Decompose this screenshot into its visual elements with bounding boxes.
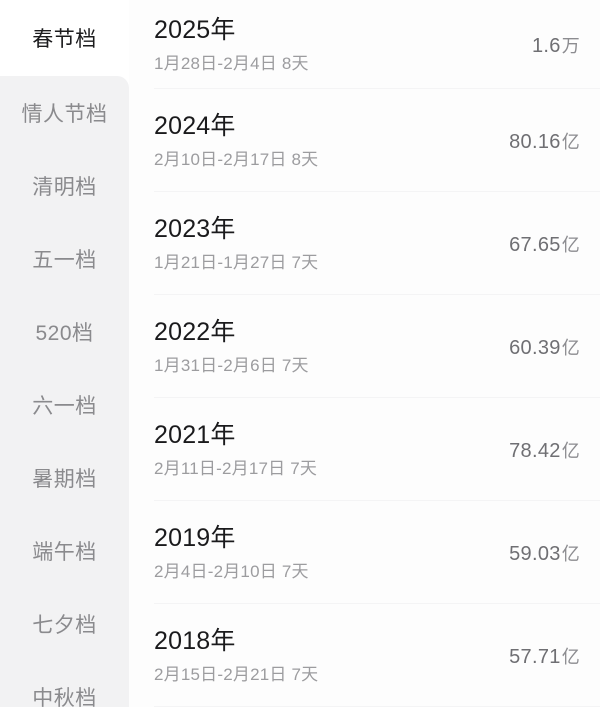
table-row[interactable]: 2018年 2月15日-2月21日 7天 57.71亿 bbox=[129, 604, 600, 707]
row-box-office-value: 80.16亿 bbox=[509, 128, 580, 154]
sidebar-item-8[interactable]: 七夕档 bbox=[0, 587, 129, 660]
sidebar-item-label: 七夕档 bbox=[32, 613, 97, 637]
sidebar-item-2[interactable]: 清明档 bbox=[0, 149, 129, 222]
sidebar-item-label: 520档 bbox=[35, 321, 94, 345]
row-box-office-value: 1.6万 bbox=[532, 32, 580, 58]
list-rows-container: 2025年 1月28日-2月4日 8天 1.6万 2024年 2月10日-2月17日 8… bbox=[129, 0, 600, 707]
sidebar-item-label: 暑期档 bbox=[32, 467, 97, 491]
row-box-office-value: 57.71亿 bbox=[509, 643, 580, 669]
row-value-number: 80.16 bbox=[509, 130, 561, 153]
row-year-label: 2023年 bbox=[154, 215, 236, 244]
table-row[interactable]: 2024年 2月10日-2月17日 8天 80.16亿 bbox=[129, 89, 600, 192]
row-date-range-label: 1月31日-2月6日 7天 bbox=[154, 355, 309, 375]
sidebar-item-label: 春节档 bbox=[32, 28, 97, 51]
table-row[interactable]: 2022年 1月31日-2月6日 7天 60.39亿 bbox=[129, 295, 600, 398]
table-row[interactable]: 2019年 2月4日-2月10日 7天 59.03亿 bbox=[129, 501, 600, 604]
table-row[interactable]: 2021年 2月11日-2月17日 7天 78.42亿 bbox=[129, 398, 600, 501]
row-date-range-label: 1月28日-2月4日 8天 bbox=[154, 53, 309, 73]
row-date-range-label: 2月4日-2月10日 7天 bbox=[154, 561, 309, 581]
row-value-number: 57.71 bbox=[509, 645, 561, 668]
row-value-unit: 亿 bbox=[561, 543, 580, 564]
row-box-office-value: 67.65亿 bbox=[509, 231, 580, 257]
table-row[interactable]: 2023年 1月21日-1月27日 7天 67.65亿 bbox=[129, 192, 600, 295]
sidebar-item-label: 情人节档 bbox=[21, 102, 108, 126]
sidebar-item-1[interactable]: 情人节档 bbox=[0, 76, 129, 149]
row-year-label: 2025年 bbox=[154, 16, 236, 45]
row-date-range-label: 2月15日-2月21日 7天 bbox=[154, 664, 319, 684]
row-value-unit: 亿 bbox=[561, 440, 580, 461]
row-box-office-value: 59.03亿 bbox=[509, 540, 580, 566]
row-date-range-label: 2月11日-2月17日 7天 bbox=[154, 458, 318, 478]
row-value-unit: 亿 bbox=[561, 646, 580, 667]
sidebar-item-label: 中秋档 bbox=[32, 686, 97, 707]
yearly-box-office-list[interactable]: 2025年 1月28日-2月4日 8天 1.6万 2024年 2月10日-2月17日 8… bbox=[129, 0, 600, 707]
row-value-number: 60.39 bbox=[509, 336, 561, 359]
sidebar-item-label: 五一档 bbox=[32, 248, 97, 272]
sidebar-scroll-area[interactable]: 春节档情人节档清明档五一档 520档六一档暑期档端午档七夕档中秋档 bbox=[0, 0, 129, 707]
row-year-label: 2019年 bbox=[154, 524, 236, 553]
row-value-number: 1.6 bbox=[531, 34, 561, 57]
sidebar-item-label: 六一档 bbox=[32, 394, 97, 418]
sidebar-item-4[interactable]: 520档 bbox=[0, 295, 129, 368]
sidebar-item-list: 春节档情人节档清明档五一档 520档六一档暑期档端午档七夕档中秋档 bbox=[0, 0, 129, 707]
sidebar-item-6[interactable]: 暑期档 bbox=[0, 441, 129, 514]
row-year-label: 2018年 bbox=[154, 627, 236, 656]
table-row[interactable]: 2025年 1月28日-2月4日 8天 1.6万 bbox=[129, 0, 600, 89]
row-date-range-label: 2月10日-2月17日 8天 bbox=[154, 149, 319, 169]
row-value-unit: 亿 bbox=[561, 337, 580, 358]
sidebar-item-9[interactable]: 中秋档 bbox=[0, 660, 129, 707]
row-primary-group: 2025年 1月28日-2月4日 8天 bbox=[154, 15, 309, 74]
row-value-unit: 亿 bbox=[561, 234, 580, 255]
row-primary-group: 2022年 1月31日-2月6日 7天 bbox=[154, 317, 309, 376]
row-primary-group: 2023年 1月21日-1月27日 7天 bbox=[154, 214, 318, 273]
sidebar-item-label: 清明档 bbox=[32, 175, 97, 199]
row-box-office-value: 78.42亿 bbox=[509, 437, 580, 463]
row-value-number: 67.65 bbox=[509, 233, 561, 256]
sidebar-item-3[interactable]: 五一档 bbox=[0, 222, 129, 295]
row-year-label: 2021年 bbox=[154, 421, 236, 450]
row-year-label: 2022年 bbox=[154, 318, 236, 347]
row-primary-group: 2024年 2月10日-2月17日 8天 bbox=[154, 111, 318, 170]
row-year-label: 2024年 bbox=[154, 112, 236, 141]
row-date-range-label: 1月21日-1月27日 7天 bbox=[154, 252, 319, 272]
schedule-category-sidebar[interactable]: 春节档情人节档清明档五一档 520档六一档暑期档端午档七夕档中秋档 bbox=[0, 0, 129, 707]
sidebar-item-0[interactable]: 春节档 bbox=[0, 0, 129, 76]
row-value-number: 59.03 bbox=[509, 542, 561, 565]
row-primary-group: 2019年 2月4日-2月10日 7天 bbox=[154, 523, 309, 582]
sidebar-item-5[interactable]: 六一档 bbox=[0, 368, 129, 441]
row-value-number: 78.42 bbox=[509, 439, 561, 462]
row-value-unit: 万 bbox=[561, 35, 580, 56]
sidebar-item-7[interactable]: 端午档 bbox=[0, 514, 129, 587]
box-office-schedule-screen: 春节档情人节档清明档五一档 520档六一档暑期档端午档七夕档中秋档 2025年 1月… bbox=[0, 0, 600, 707]
row-primary-group: 2018年 2月15日-2月21日 7天 bbox=[154, 626, 318, 685]
sidebar-item-label: 端午档 bbox=[32, 540, 97, 564]
row-box-office-value: 60.39亿 bbox=[509, 334, 580, 360]
row-primary-group: 2021年 2月11日-2月17日 7天 bbox=[154, 420, 317, 479]
row-value-unit: 亿 bbox=[561, 131, 580, 152]
